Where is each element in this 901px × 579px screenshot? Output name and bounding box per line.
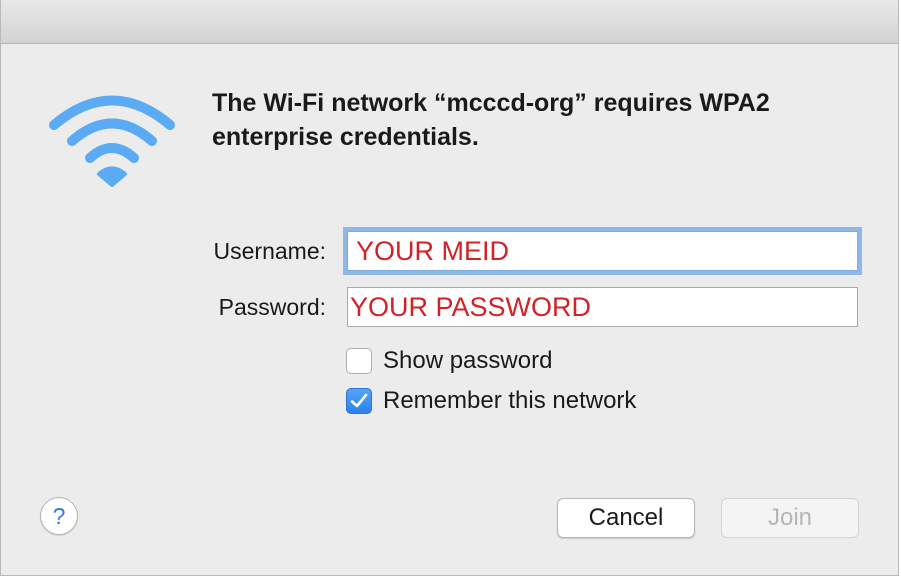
join-button[interactable]: Join [721,498,859,538]
help-button[interactable]: ? [40,497,78,535]
remember-network-option[interactable]: Remember this network [346,387,636,415]
checkmark-icon [350,393,368,408]
dialog-message: The Wi-Fi network “mcccd-org” requires W… [212,89,770,151]
show-password-option[interactable]: Show password [346,347,552,375]
show-password-label: Show password [383,347,553,374]
password-field[interactable]: YOUR PASSWORD [347,287,858,327]
question-mark-icon: ? [52,502,66,529]
show-password-checkbox[interactable] [346,348,372,374]
wifi-credentials-dialog: The Wi-Fi network “mcccd-org” requires W… [0,0,899,576]
cancel-button[interactable]: Cancel [557,498,695,538]
remember-network-label: Remember this network [383,387,637,414]
password-label: Password: [218,294,326,320]
username-field[interactable]: YOUR MEID [347,231,858,271]
username-label: Username: [213,238,326,264]
wifi-icon [49,95,175,187]
title-bar[interactable] [1,0,898,44]
remember-network-checkbox[interactable] [346,388,372,414]
